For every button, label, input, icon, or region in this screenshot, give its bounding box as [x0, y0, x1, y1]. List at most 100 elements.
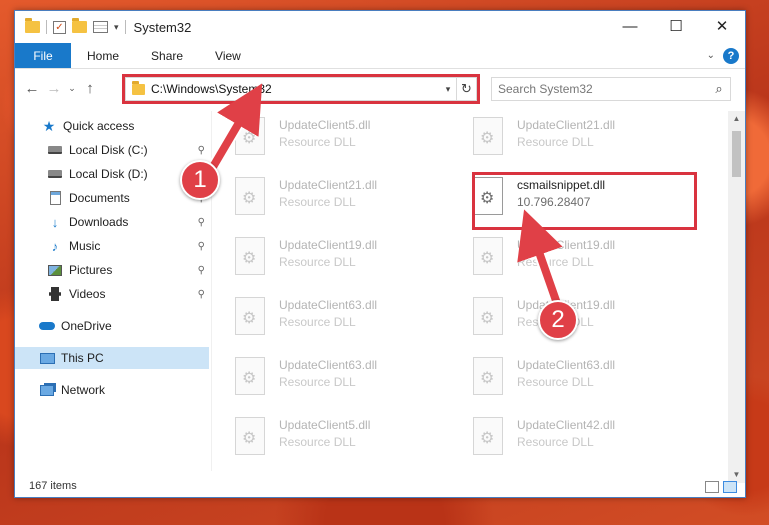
file-item[interactable]: ⚙ UpdateClient63.dll Resource DLL	[473, 353, 693, 405]
expand-ribbon-chevron-icon[interactable]: ⌄	[707, 50, 715, 61]
file-item[interactable]: ⚙ UpdateClient5.dll Resource DLL	[235, 113, 455, 165]
divider	[46, 20, 47, 34]
sidebar-item-network[interactable]: Network	[15, 379, 209, 401]
file-name: UpdateClient63.dll	[279, 358, 378, 372]
downloads-icon: ↓	[51, 214, 59, 230]
music-icon: ♪	[51, 238, 59, 254]
file-name: UpdateClient5.dll	[279, 418, 371, 432]
file-type: Resource DLL	[517, 435, 594, 449]
forward-button[interactable]: →	[43, 80, 65, 97]
file-item[interactable]: ⚙ UpdateClient21.dll Resource DLL	[235, 173, 455, 225]
file-type: Resource DLL	[279, 255, 356, 269]
file-name: UpdateClient42.dll	[517, 418, 616, 432]
file-type: Resource DLL	[279, 135, 356, 149]
sidebar-item-label: Pictures	[69, 263, 113, 277]
large-icons-view-icon[interactable]	[723, 481, 737, 493]
search-input[interactable]	[498, 82, 708, 96]
pin-icon[interactable]: ⚲	[198, 217, 205, 228]
sidebar-item-onedrive[interactable]: OneDrive	[15, 315, 209, 337]
properties-icon[interactable]	[93, 21, 108, 33]
file-item-csmailsnippet[interactable]: ⚙ csmailsnippet.dll 10.796.28407	[473, 173, 693, 225]
refresh-button[interactable]: ↻	[456, 78, 476, 100]
tab-share[interactable]: Share	[135, 43, 199, 68]
details-view-icon[interactable]	[705, 481, 719, 493]
vertical-scrollbar[interactable]: ▲ ▼	[728, 111, 745, 483]
pin-icon[interactable]: ⚲	[198, 265, 205, 276]
tab-file[interactable]: File	[15, 43, 71, 68]
pin-icon[interactable]: ⚲	[198, 289, 205, 300]
this-pc-icon	[39, 351, 55, 365]
scroll-thumb[interactable]	[732, 131, 741, 177]
folder-icon	[25, 18, 40, 33]
tab-home[interactable]: Home	[71, 43, 135, 68]
dll-file-icon: ⚙	[473, 237, 503, 275]
view-switcher	[705, 481, 737, 493]
pin-icon[interactable]: ⚲	[198, 241, 205, 252]
item-count: 167 items	[29, 480, 77, 492]
file-item[interactable]: ⚙ UpdateClient19.dllResource DLL	[473, 293, 693, 345]
file-item[interactable]: ⚙ UpdateClient63.dll Resource DLL	[235, 293, 455, 345]
file-item[interactable]: ⚙ UpdateClient19.dll Resource DLL	[235, 233, 455, 285]
maximize-button[interactable]: ☐	[653, 11, 699, 41]
sidebar-item-music[interactable]: ♪ Music ⚲	[15, 235, 209, 257]
file-name: UpdateClient19.dll	[279, 238, 378, 252]
file-name: UpdateClient63.dll	[279, 298, 378, 312]
divider	[124, 20, 126, 34]
up-button[interactable]: ↑	[79, 80, 101, 97]
callout-step-2: 2	[538, 300, 578, 340]
file-item[interactable]: ⚙ UpdateClient42.dll Resource DLL	[473, 413, 693, 465]
sidebar-item-label: Videos	[69, 287, 106, 301]
address-dropdown-icon[interactable]: ▾	[440, 84, 456, 95]
address-path[interactable]: C:\Windows\System32	[151, 82, 440, 96]
file-name: UpdateClient5.dll	[279, 118, 371, 132]
sidebar-item-documents[interactable]: Documents ⚲	[15, 187, 209, 209]
drive-icon	[47, 167, 63, 181]
file-type: Resource DLL	[279, 375, 356, 389]
callout-step-1: 1	[180, 160, 220, 200]
dll-file-icon: ⚙	[235, 177, 265, 215]
sidebar-item-local-disk-c[interactable]: Local Disk (C:) ⚲	[15, 139, 209, 161]
sidebar-item-pictures[interactable]: Pictures ⚲	[15, 259, 209, 281]
file-version: 10.796.28407	[517, 195, 591, 209]
file-item[interactable]: ⚙ UpdateClient63.dll Resource DLL	[235, 353, 455, 405]
minimize-button[interactable]: —	[607, 11, 653, 41]
help-icon[interactable]: ?	[723, 47, 739, 64]
properties-check-icon[interactable]: ✓	[53, 20, 66, 34]
pin-icon[interactable]: ⚲	[198, 145, 205, 156]
file-item[interactable]: ⚙ UpdateClient5.dll Resource DLL	[235, 413, 455, 465]
sidebar-item-videos[interactable]: Videos ⚲	[15, 283, 209, 305]
file-item[interactable]: ⚙ UpdateClient21.dll Resource DLL	[473, 113, 693, 165]
close-button[interactable]: ✕	[699, 11, 745, 41]
search-box[interactable]: ⌕	[491, 77, 731, 101]
sidebar-item-downloads[interactable]: ↓ Downloads ⚲	[15, 211, 209, 233]
sidebar-item-label: OneDrive	[61, 319, 112, 333]
tab-view[interactable]: View	[199, 43, 257, 68]
recent-locations-chevron-icon[interactable]: ⌄	[65, 83, 79, 94]
network-icon	[39, 383, 55, 397]
customize-toolbar-chevron-icon[interactable]: ▾	[114, 22, 119, 33]
videos-icon	[47, 287, 63, 301]
documents-icon	[47, 191, 63, 205]
scroll-up-arrow-icon[interactable]: ▲	[728, 111, 745, 127]
back-button[interactable]: ←	[21, 80, 43, 97]
drive-icon	[47, 143, 63, 157]
sidebar-item-label: Documents	[69, 191, 130, 205]
dll-file-icon: ⚙	[473, 117, 503, 155]
file-item[interactable]: ⚙ UpdateClient19.dllResource DLL	[473, 233, 693, 285]
star-icon: ★	[42, 117, 56, 134]
file-explorer-window: ✓ ▾ System32 — ☐ ✕ File Home Share View …	[14, 10, 746, 498]
file-name: UpdateClient21.dll	[279, 178, 378, 192]
title-bar: ✓ ▾ System32 — ☐ ✕	[15, 11, 745, 43]
dll-file-icon: ⚙	[235, 237, 265, 275]
window-controls: — ☐ ✕	[607, 11, 745, 41]
new-folder-icon[interactable]	[72, 18, 87, 33]
address-bar[interactable]: C:\Windows\System32 ▾ ↻	[125, 77, 477, 101]
dll-file-icon: ⚙	[473, 177, 503, 215]
file-type: Resource DLL	[517, 375, 594, 389]
sidebar-item-quick-access[interactable]: ★ Quick access	[15, 115, 209, 137]
dll-file-icon: ⚙	[473, 357, 503, 395]
sidebar-item-this-pc[interactable]: This PC	[15, 347, 209, 369]
sidebar-item-label: This PC	[61, 351, 104, 365]
navigation-pane: ★ Quick access Local Disk (C:) ⚲ Local D…	[15, 111, 211, 471]
search-icon[interactable]: ⌕	[708, 81, 730, 97]
